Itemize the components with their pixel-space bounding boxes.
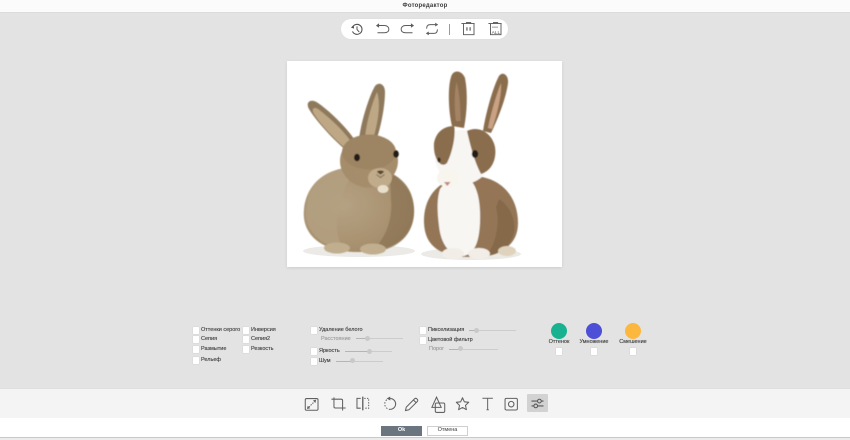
svg-text:ALL: ALL (491, 30, 500, 36)
